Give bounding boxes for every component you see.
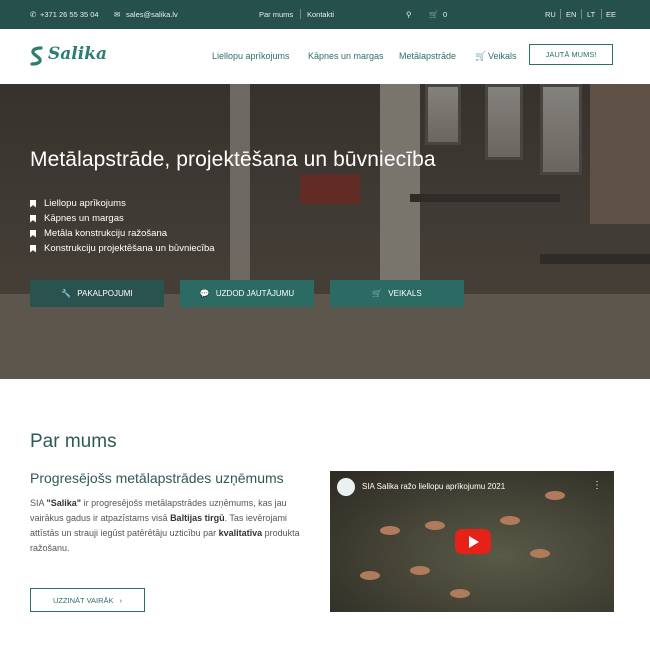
ask-question-button-label: UZDOD JAUTĀJUMU: [215, 289, 295, 298]
hero-list-item: Liellopu aprīkojums: [30, 196, 215, 211]
divider: [560, 9, 561, 19]
hero-list-item-label: Metāla konstrukciju ražošana: [44, 228, 168, 239]
cow: [530, 549, 550, 558]
chevron-right-icon: ›: [119, 595, 123, 605]
cow: [500, 516, 520, 525]
about-subtitle: Progresējošs metālapstrādes uzņēmums: [30, 470, 284, 486]
bookmark-icon: [30, 244, 36, 253]
quality-word: kvalitatīva: [218, 528, 263, 538]
hero-title: Metālapstrāde, projektēšana un būvniecīb…: [30, 148, 436, 171]
cart-count: 0: [443, 10, 448, 19]
email-icon: ✉: [114, 10, 121, 19]
phone-icon: ✆: [30, 10, 37, 19]
cow: [360, 571, 380, 580]
lang-en[interactable]: EN: [566, 10, 576, 19]
hero-list-item-label: Liellopu aprīkojums: [44, 198, 126, 209]
about-text: SIA "Salika" ir progresējošs metālapstrā…: [30, 496, 305, 556]
topbar-link-about[interactable]: Par mums: [259, 10, 293, 19]
phone-number[interactable]: +371 26 55 35 04: [40, 10, 99, 19]
more-vert-icon[interactable]: ⋮: [592, 480, 602, 491]
services-button[interactable]: 🔧 PAKALPOJUMI: [30, 280, 164, 307]
wrench-icon: 🔧: [61, 289, 72, 298]
cow: [410, 566, 430, 575]
hero-list-item-label: Kāpnes un margas: [44, 213, 124, 224]
hero-list-item: Kāpnes un margas: [30, 211, 215, 226]
chat-icon: 💬: [199, 289, 210, 298]
lang-ee[interactable]: EE: [606, 10, 616, 19]
about-title: Par mums: [30, 431, 117, 452]
bookmark-icon: [30, 199, 36, 208]
cart-icon: 🛒: [372, 289, 383, 298]
services-button-label: PAKALPOJUMI: [77, 289, 133, 298]
cow: [545, 491, 565, 500]
cow: [380, 526, 400, 535]
play-button-icon[interactable]: [455, 529, 491, 554]
nav-link-cattle-equipment[interactable]: Liellopu aprīkojums: [212, 51, 290, 61]
shop-button[interactable]: 🛒 VEIKALS: [330, 280, 464, 307]
lang-lt[interactable]: LT: [587, 10, 595, 19]
company-name: "Salika": [46, 498, 82, 508]
learn-more-label: UZZINĀT VAIRĀK: [52, 595, 114, 605]
ask-question-button[interactable]: 💬 UZDOD JAUTĀJUMU: [180, 280, 314, 307]
hero-list-item: Konstrukciju projektēšana un būvniecība: [30, 241, 215, 256]
cow: [450, 589, 470, 598]
hero-list-item-label: Konstrukciju projektēšana un būvniecība: [44, 243, 215, 254]
topbar-link-contacts[interactable]: Kontakti: [307, 10, 334, 19]
divider: [601, 9, 602, 19]
nav-link-shop[interactable]: Veikals: [488, 51, 517, 61]
nav-cart-icon: 🛒: [475, 51, 487, 61]
channel-avatar[interactable]: [337, 478, 355, 496]
nav-link-metalworking[interactable]: Metālapstrāde: [399, 51, 456, 61]
cart-icon[interactable]: 🛒: [429, 10, 438, 19]
divider: [581, 9, 582, 19]
youtube-video-embed[interactable]: SIA Salika ražo liellopu aprīkojumu 2021…: [330, 471, 614, 612]
lang-ru[interactable]: RU: [545, 10, 556, 19]
nav-link-stairs-railings[interactable]: Kāpnes un margas: [308, 51, 384, 61]
bookmark-icon: [30, 229, 36, 238]
learn-more-button[interactable]: UZZINĀT VAIRĀK ›: [30, 588, 145, 612]
hero-banner: Metālapstrāde, projektēšana un būvniecīb…: [0, 84, 650, 379]
hero-list: Liellopu aprīkojums Kāpnes un margas Met…: [30, 196, 215, 256]
baltic-market: Baltijas tirgū: [170, 513, 225, 523]
email-address[interactable]: sales@salika.lv: [126, 10, 178, 19]
bookmark-icon: [30, 214, 36, 223]
video-title[interactable]: SIA Salika ražo liellopu aprīkojumu 2021: [362, 482, 505, 491]
shop-button-label: VEIKALS: [388, 289, 422, 298]
brand-logo-text[interactable]: Salika: [48, 44, 107, 64]
ask-us-button[interactable]: JAUTĀ MUMS!: [529, 44, 613, 65]
salika-logo-icon[interactable]: [29, 46, 44, 66]
top-bar: ✆ +371 26 55 35 04 ✉ sales@salika.lv Par…: [0, 0, 650, 29]
hero-list-item: Metāla konstrukciju ražošana: [30, 226, 215, 241]
about-text-part: SIA: [30, 498, 47, 508]
divider: [300, 9, 301, 19]
search-icon[interactable]: ⚲: [406, 10, 412, 19]
cow: [425, 521, 445, 530]
